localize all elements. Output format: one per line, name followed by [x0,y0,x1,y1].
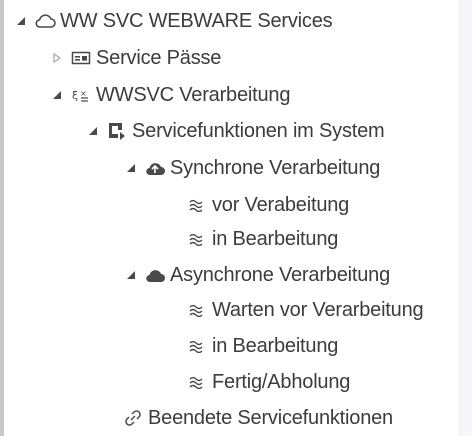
tree-node-sync-vor-verabeitung[interactable]: vor Verabeitung [186,190,349,220]
svg-text:ξ: ξ [72,89,78,102]
tree-node-label: Fertig/Abholung [212,370,351,393]
tree-view: WW SVC WEBWARE Services Service Pässe ξ ×… [0,0,472,436]
tree-node-label: vor Verabeitung [212,193,350,216]
tree-node-sync-in-bearbeitung[interactable]: in Bearbeitung [186,224,338,254]
tree-node-label: Beendete Servicefunktionen [148,406,393,429]
cloud-upload-icon [144,157,166,179]
svg-text:×: × [80,89,87,98]
tree-node-label: Servicefunktionen im System [132,119,385,142]
expanded-triangle-icon[interactable] [50,88,64,102]
tree-node-label: in Bearbeitung [212,227,339,250]
tree-node-label: Synchrone Verarbeitung [170,156,381,179]
wave-icon [186,371,208,393]
expanded-triangle-icon[interactable] [86,124,100,138]
wave-icon [186,335,208,357]
tree-node-label: Warten vor Verarbeitung [212,298,424,321]
tree-node-label: Service Pässe [96,46,222,69]
tree-node-wwsvc-verarbeitung[interactable]: ξ × WWSVC Verarbeitung [50,80,290,110]
tree-node-async-fertig-abholung[interactable]: Fertig/Abholung [186,367,350,397]
cloud-outline-icon [34,10,56,32]
tree-node-asynchrone-verarbeitung[interactable]: Asynchrone Verarbeitung [124,260,390,290]
tree-node-label: WWSVC Verarbeitung [96,83,291,106]
tree-node-beendete-servicefunktionen[interactable]: Beendete Servicefunktionen [122,403,393,433]
tree-node-synchrone-verarbeitung[interactable]: Synchrone Verarbeitung [124,153,380,183]
tree-node-service-paesse[interactable]: Service Pässe [50,43,221,73]
tree-node-label: in Bearbeitung [212,334,339,357]
expanded-triangle-icon[interactable] [124,268,138,282]
collapsed-triangle-icon[interactable] [50,51,64,65]
export-box-icon [106,120,128,142]
wave-icon [186,194,208,216]
expanded-triangle-icon[interactable] [124,161,138,175]
tree-node-root[interactable]: WW SVC WEBWARE Services [14,6,333,36]
cloud-filled-icon [144,264,166,286]
process-icon: ξ × [70,84,92,106]
id-card-icon [70,47,92,69]
tree-node-async-in-bearbeitung[interactable]: in Bearbeitung [186,331,338,361]
wave-icon [186,299,208,321]
wave-icon [186,228,208,250]
link-icon [122,407,144,429]
tree-node-servicefunktionen[interactable]: Servicefunktionen im System [86,116,385,146]
tree-node-label: Asynchrone Verarbeitung [170,263,390,286]
tree-node-label: WW SVC WEBWARE Services [60,9,333,32]
tree-node-async-warten[interactable]: Warten vor Verarbeitung [186,295,458,325]
expanded-triangle-icon[interactable] [14,14,28,28]
